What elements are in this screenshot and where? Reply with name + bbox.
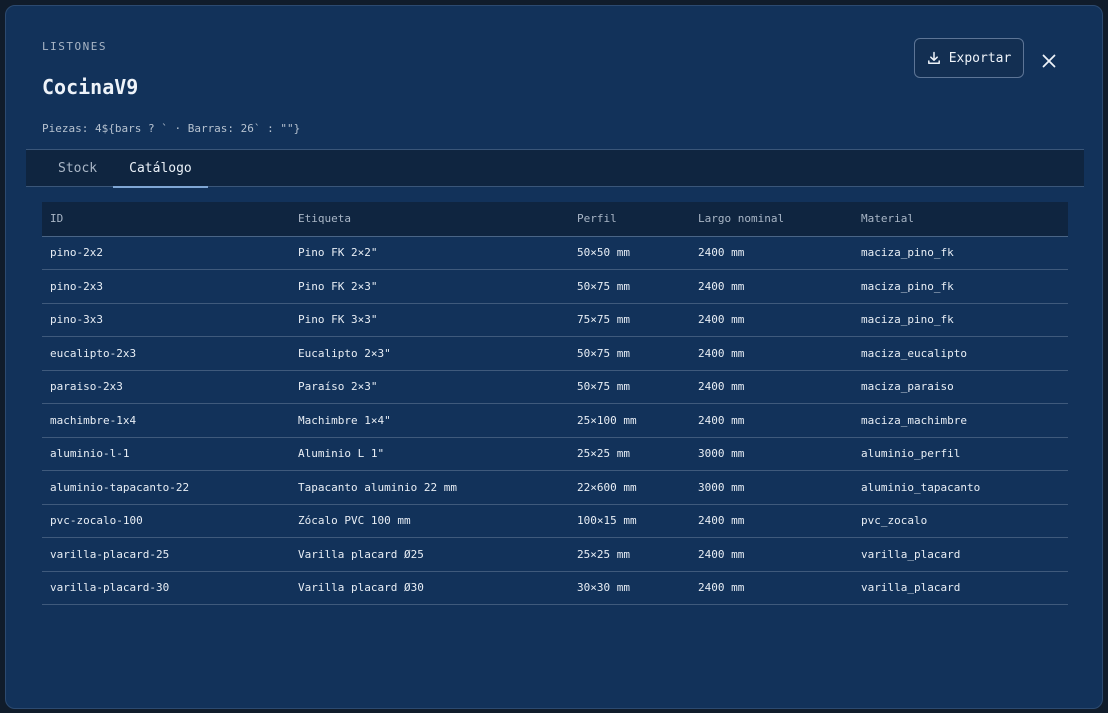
cell-material: maciza_machimbre	[853, 403, 1068, 438]
cell-perfil: 75×75 mm	[569, 303, 690, 337]
table-row[interactable]: pvc-zocalo-100 Zócalo PVC 100 mm 100×15 …	[42, 504, 1068, 538]
table-row[interactable]: aluminio-tapacanto-22 Tapacanto aluminio…	[42, 470, 1068, 505]
cell-id: aluminio-tapacanto-22	[42, 470, 290, 505]
cell-etiqueta: Machimbre 1×4"	[290, 403, 569, 438]
close-button[interactable]	[1037, 50, 1061, 74]
cell-material: aluminio_perfil	[853, 437, 1068, 471]
cell-perfil: 50×75 mm	[569, 370, 690, 404]
table-header-row: ID Etiqueta Perfil Largo nominal Materia…	[42, 202, 1068, 237]
column-header-etiqueta[interactable]: Etiqueta	[290, 202, 569, 237]
cell-etiqueta: Pino FK 2×3"	[290, 269, 569, 304]
cell-id: aluminio-l-1	[42, 437, 290, 471]
catalog-table-wrapper: ID Etiqueta Perfil Largo nominal Materia…	[42, 202, 1068, 605]
cell-largo: 2400 mm	[690, 236, 853, 270]
cell-id: machimbre-1x4	[42, 403, 290, 438]
pieces-summary: Piezas: 4${bars ? ` · Barras: 26` : ""}	[42, 122, 301, 135]
tab-stock[interactable]: Stock	[42, 150, 113, 187]
cell-largo: 2400 mm	[690, 336, 853, 371]
cell-id: varilla-placard-25	[42, 537, 290, 572]
cell-etiqueta: Eucalipto 2×3"	[290, 336, 569, 371]
table-row[interactable]: aluminio-l-1 Aluminio L 1" 25×25 mm 3000…	[42, 437, 1068, 471]
export-label: Exportar	[948, 50, 1012, 66]
cell-material: maciza_eucalipto	[853, 336, 1068, 371]
cell-material: aluminio_tapacanto	[853, 470, 1068, 505]
cell-etiqueta: Tapacanto aluminio 22 mm	[290, 470, 569, 505]
table-row[interactable]: pino-3x3 Pino FK 3×3" 75×75 mm 2400 mm m…	[42, 303, 1068, 337]
cell-material: pvc_zocalo	[853, 504, 1068, 538]
cell-largo: 2400 mm	[690, 403, 853, 438]
cell-perfil: 50×75 mm	[569, 269, 690, 304]
cell-id: pino-2x3	[42, 269, 290, 304]
cell-id: paraiso-2x3	[42, 370, 290, 404]
cell-id: pvc-zocalo-100	[42, 504, 290, 538]
cell-largo: 2400 mm	[690, 269, 853, 304]
modal-title: CocinaV9	[42, 75, 139, 99]
tab-catalogo[interactable]: Catálogo	[113, 150, 208, 188]
column-header-perfil[interactable]: Perfil	[569, 202, 690, 237]
cell-perfil: 50×50 mm	[569, 236, 690, 270]
cell-largo: 2400 mm	[690, 370, 853, 404]
cell-etiqueta: Zócalo PVC 100 mm	[290, 504, 569, 538]
cell-material: maciza_pino_fk	[853, 269, 1068, 304]
cell-largo: 2400 mm	[690, 537, 853, 572]
cell-etiqueta: Varilla placard Ø25	[290, 537, 569, 572]
listones-modal: LISTONES CocinaV9 Piezas: 4${bars ? ` · …	[5, 5, 1103, 709]
table-row[interactable]: varilla-placard-30 Varilla placard Ø30 3…	[42, 571, 1068, 605]
cell-perfil: 25×100 mm	[569, 403, 690, 438]
catalog-table: ID Etiqueta Perfil Largo nominal Materia…	[42, 202, 1068, 605]
cell-largo: 3000 mm	[690, 437, 853, 471]
cell-perfil: 30×30 mm	[569, 571, 690, 605]
table-row[interactable]: machimbre-1x4 Machimbre 1×4" 25×100 mm 2…	[42, 403, 1068, 438]
column-header-material[interactable]: Material	[853, 202, 1068, 237]
export-button[interactable]: Exportar	[914, 38, 1024, 78]
cell-largo: 2400 mm	[690, 303, 853, 337]
table-row[interactable]: pino-2x2 Pino FK 2×2" 50×50 mm 2400 mm m…	[42, 236, 1068, 270]
cell-largo: 3000 mm	[690, 470, 853, 505]
cell-perfil: 25×25 mm	[569, 537, 690, 572]
cell-material: varilla_placard	[853, 537, 1068, 572]
cell-etiqueta: Pino FK 2×2"	[290, 236, 569, 270]
download-icon	[927, 51, 941, 65]
cell-etiqueta: Pino FK 3×3"	[290, 303, 569, 337]
column-header-id[interactable]: ID	[42, 202, 290, 237]
table-row[interactable]: paraiso-2x3 Paraíso 2×3" 50×75 mm 2400 m…	[42, 370, 1068, 404]
cell-material: maciza_pino_fk	[853, 303, 1068, 337]
cell-material: varilla_placard	[853, 571, 1068, 605]
cell-perfil: 22×600 mm	[569, 470, 690, 505]
cell-id: pino-2x2	[42, 236, 290, 270]
modal-eyebrow: LISTONES	[42, 40, 107, 53]
cell-perfil: 50×75 mm	[569, 336, 690, 371]
cell-perfil: 100×15 mm	[569, 504, 690, 538]
cell-material: maciza_paraiso	[853, 370, 1068, 404]
table-row[interactable]: eucalipto-2x3 Eucalipto 2×3" 50×75 mm 24…	[42, 336, 1068, 371]
cell-id: eucalipto-2x3	[42, 336, 290, 371]
table-row[interactable]: varilla-placard-25 Varilla placard Ø25 2…	[42, 537, 1068, 572]
cell-id: varilla-placard-30	[42, 571, 290, 605]
cell-largo: 2400 mm	[690, 504, 853, 538]
cell-etiqueta: Varilla placard Ø30	[290, 571, 569, 605]
cell-etiqueta: Aluminio L 1"	[290, 437, 569, 471]
cell-material: maciza_pino_fk	[853, 236, 1068, 270]
cell-id: pino-3x3	[42, 303, 290, 337]
tab-bar: Stock Catálogo	[26, 149, 1084, 188]
cell-etiqueta: Paraíso 2×3"	[290, 370, 569, 404]
cell-largo: 2400 mm	[690, 571, 853, 605]
table-row[interactable]: pino-2x3 Pino FK 2×3" 50×75 mm 2400 mm m…	[42, 269, 1068, 304]
close-icon	[1042, 53, 1056, 72]
cell-perfil: 25×25 mm	[569, 437, 690, 471]
column-header-largo-nominal[interactable]: Largo nominal	[690, 202, 853, 237]
